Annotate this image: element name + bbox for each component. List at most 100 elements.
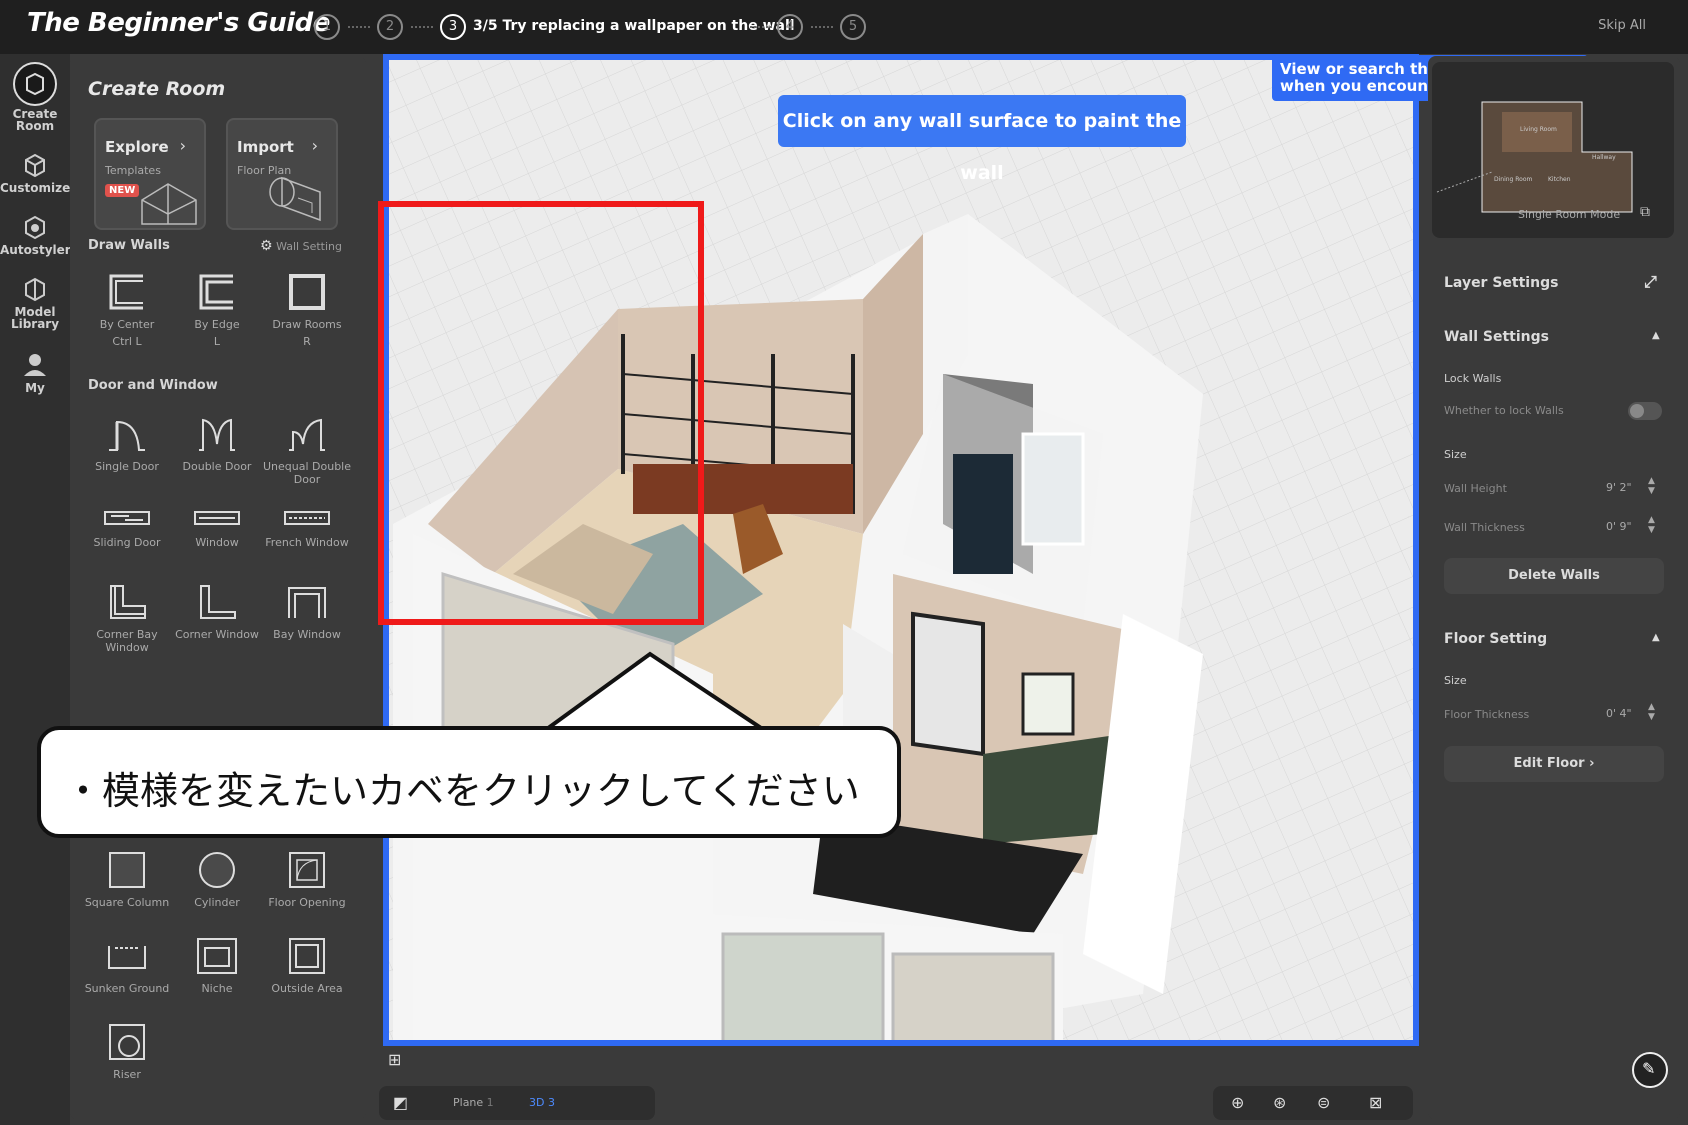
callout-pointer [540, 651, 770, 734]
wall-thickness-stepper[interactable]: ▲ ▼ [1648, 515, 1655, 535]
tool-label: Riser [113, 1068, 141, 1081]
nav-create-room[interactable]: Create Room [0, 62, 70, 132]
nav-autostyler[interactable]: Autostyler [0, 212, 71, 257]
explore-templates-card[interactable]: Explore › Templates NEW [94, 118, 206, 230]
tool-label: Single Door [95, 460, 159, 473]
tool-label: Floor Opening [268, 896, 346, 909]
camera-view-icon[interactable]: ⊜ [1317, 1093, 1330, 1112]
draw-by-edge-tool[interactable]: By Edge L [172, 272, 262, 348]
french-window-tool[interactable]: French Window [262, 506, 352, 549]
collapse-caret-icon[interactable]: ▲ [1652, 632, 1660, 643]
riser-icon [109, 1024, 145, 1060]
plane-view-button[interactable]: Plane 1 [453, 1096, 494, 1109]
plan-view-icon[interactable]: ◩ [393, 1093, 408, 1112]
step-4[interactable]: 4 [777, 14, 803, 40]
draw-walls-heading: Draw Walls [88, 238, 170, 253]
step-3[interactable]: 3 [440, 14, 466, 40]
sunken-ground-icon [108, 946, 146, 969]
wall-thickness-input[interactable]: 0' 9" [1606, 520, 1632, 533]
corner-window-icon [200, 585, 236, 619]
corner-window-tool[interactable]: Corner Window [172, 582, 262, 641]
import-floor-plan-card[interactable]: Import › Floor Plan [226, 118, 338, 230]
feedback-chat-button[interactable]: ✎ [1632, 1052, 1668, 1088]
french-window-icon [284, 511, 330, 525]
floor-thickness-input[interactable]: 0' 4" [1606, 707, 1632, 720]
sliding-window-bottom-right [891, 952, 1055, 1044]
tool-label: Sunken Ground [84, 982, 170, 995]
chevron-right-icon: › [179, 136, 186, 155]
step-2[interactable]: 2 [377, 14, 403, 40]
tool-shortcut: R [303, 335, 311, 348]
wall-thickness-label: Wall Thickness [1444, 521, 1525, 534]
shower-door [1021, 432, 1085, 546]
square-column-icon [109, 852, 145, 888]
wall-by-center-icon [109, 274, 143, 310]
floor-setting-heading[interactable]: Floor Setting [1444, 631, 1547, 647]
tool-label: Bay Window [273, 628, 341, 641]
minimap[interactable]: Living Room Hallway Dining Room Kitchen … [1432, 62, 1674, 238]
corner-bay-window-tool[interactable]: Corner Bay Window [82, 582, 172, 654]
nav-my[interactable]: My [0, 350, 70, 394]
expand-icon[interactable]: ⤢ [1644, 272, 1657, 292]
double-door-icon [199, 418, 235, 451]
single-room-mode-label[interactable]: Single Room Mode [1518, 208, 1620, 221]
guide-top-bar: The Beginner's Guide 1 2 3 3/5 Try repla… [0, 0, 1688, 54]
nav-customize[interactable]: Customize [0, 150, 70, 194]
single-door-icon [109, 420, 145, 451]
edit-floor-button[interactable]: Edit Floor › [1444, 746, 1664, 782]
wall-height-input[interactable]: 9' 2" [1606, 481, 1632, 494]
camera-settings-icon[interactable]: ⊛ [1273, 1093, 1286, 1112]
draw-by-center-tool[interactable]: By Center Ctrl L [82, 272, 172, 348]
add-floor-icon[interactable]: ⊞ [388, 1050, 401, 1069]
tool-label: Sliding Door [93, 536, 161, 549]
dining-window [911, 611, 985, 757]
cylinder-tool[interactable]: Cylinder [172, 850, 262, 909]
wall-settings-heading[interactable]: Wall Settings [1444, 329, 1549, 345]
nav-model-library[interactable]: Model Library [0, 274, 70, 330]
unequal-double-door-tool[interactable]: Unequal Double Door [262, 414, 352, 486]
delete-walls-button[interactable]: Delete Walls [1444, 558, 1664, 594]
draw-rooms-tool[interactable]: Draw Rooms R [262, 272, 352, 348]
step-divider [348, 26, 370, 28]
panel-title: Create Room [88, 78, 226, 100]
tool-label: Square Column [84, 896, 170, 909]
tool-label: Outside Area [271, 982, 343, 995]
fullscreen-icon[interactable]: ⊠ [1369, 1093, 1382, 1112]
square-column-tool[interactable]: Square Column [82, 850, 172, 909]
door-window-heading: Door and Window [88, 378, 218, 393]
step-5[interactable]: 5 [840, 14, 866, 40]
sunken-ground-tool[interactable]: Sunken Ground [82, 936, 172, 995]
wall-height-stepper[interactable]: ▲ ▼ [1648, 476, 1655, 496]
wall-setting-link[interactable]: ⚙ Wall Setting [260, 238, 342, 254]
cylinder-icon [199, 852, 235, 888]
floor-opening-tool[interactable]: Floor Opening [262, 850, 352, 909]
3d-view-button[interactable]: 3D 3 [529, 1096, 555, 1109]
outside-area-tool[interactable]: Outside Area [262, 936, 352, 995]
collapse-caret-icon[interactable]: ▲ [1652, 330, 1660, 341]
step-1[interactable]: 1 [314, 14, 340, 40]
floor-size-label: Size [1444, 674, 1467, 687]
riser-tool[interactable]: Riser [82, 1022, 172, 1081]
target-wall-highlight [378, 201, 704, 625]
guide-title: The Beginner's Guide [27, 8, 330, 38]
double-door-tool[interactable]: Double Door [172, 414, 262, 473]
window-icon [194, 511, 240, 525]
window-tool[interactable]: Window [172, 506, 262, 549]
tool-label: Niche [201, 982, 233, 995]
current-step-label: 3/5 Try replacing a wallpaper on the wal… [473, 18, 795, 34]
wall-setting-label: Wall Setting [276, 240, 342, 253]
lock-walls-label: Lock Walls [1444, 372, 1502, 385]
tool-label: French Window [265, 536, 349, 549]
floor-thickness-stepper[interactable]: ▲ ▼ [1648, 702, 1655, 722]
popout-icon[interactable]: ⧉ [1640, 204, 1650, 220]
tool-label: By Center [99, 318, 155, 331]
single-door-tool[interactable]: Single Door [82, 414, 172, 473]
plane-label: Plane [453, 1096, 484, 1109]
niche-tool[interactable]: Niche [172, 936, 262, 995]
bay-window-tool[interactable]: Bay Window [262, 582, 352, 641]
lock-walls-toggle[interactable] [1628, 402, 1662, 420]
skip-all-button[interactable]: Skip All [1598, 18, 1646, 33]
sliding-door-tool[interactable]: Sliding Door [82, 506, 172, 549]
camera-add-icon[interactable]: ⊕ [1231, 1093, 1244, 1112]
nav-label: Autostyler [0, 243, 71, 257]
